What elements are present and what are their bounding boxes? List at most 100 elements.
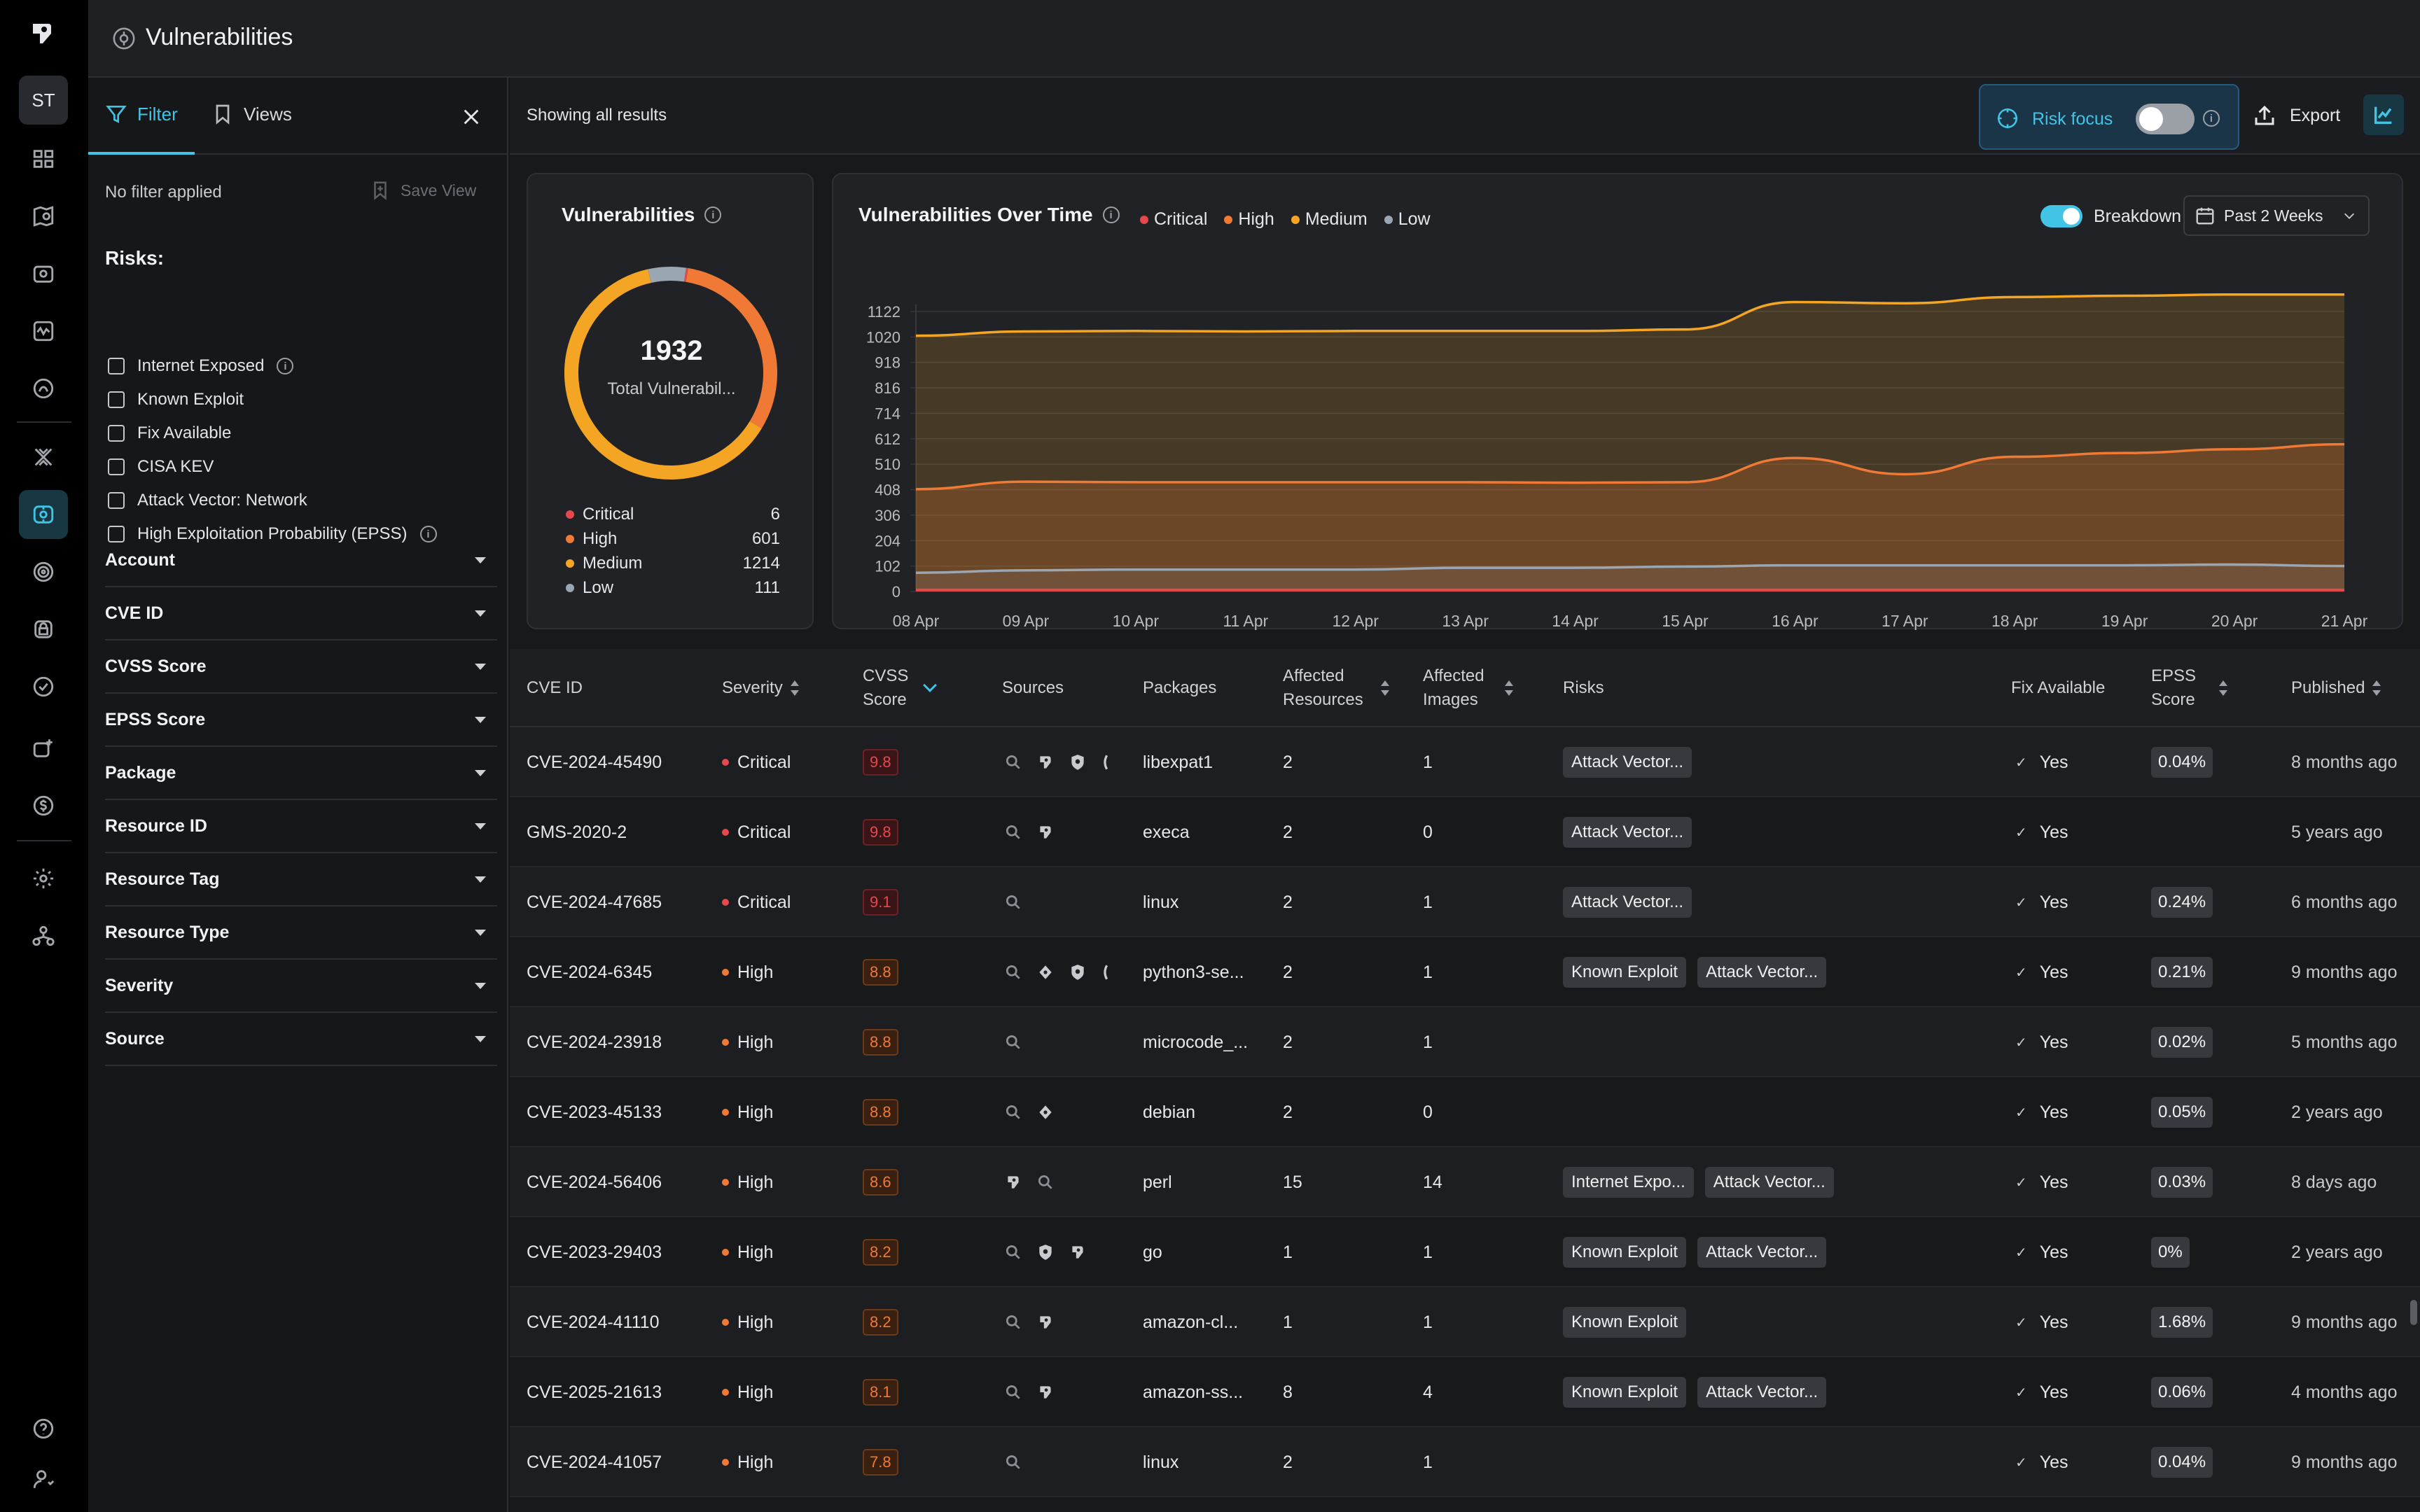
table-row[interactable]: CVE-2023-29403 High 8.2 go 1 1 Known Exploit At…: [510, 1217, 2420, 1287]
filter-accordion[interactable]: Resource Type: [105, 906, 497, 960]
package-cell[interactable]: linux: [1143, 867, 1178, 937]
column-header-affected-images[interactable]: Affected Images: [1423, 649, 1515, 727]
donut-slice-low[interactable]: [648, 267, 686, 284]
table-row[interactable]: CVE-2024-23918 High 8.8 microcode_... 2 1 ✓ Yes…: [510, 1007, 2420, 1077]
vertical-scrollbar-thumb[interactable]: [2410, 1300, 2417, 1325]
affected-resources-cell[interactable]: 2: [1283, 797, 1293, 867]
scanner-search-icon[interactable]: [1004, 1243, 1022, 1261]
affected-images-cell[interactable]: 1: [1423, 1007, 1433, 1077]
info-icon[interactable]: i: [704, 206, 722, 223]
affected-resources-cell[interactable]: 15: [1283, 1147, 1302, 1217]
sort-icon[interactable]: [1379, 679, 1391, 697]
diamond-source-icon[interactable]: [1036, 963, 1055, 981]
affected-resources-cell[interactable]: 2: [1283, 1427, 1293, 1497]
scanner-search-icon[interactable]: [1004, 1383, 1022, 1401]
legend-item[interactable]: High: [1224, 209, 1274, 230]
filter-accordion[interactable]: Package: [105, 747, 497, 800]
agent-source-icon[interactable]: [1004, 1173, 1022, 1191]
vulnerabilities-icon[interactable]: [19, 490, 68, 539]
checkbox[interactable]: [108, 425, 125, 442]
table-row[interactable]: CVE-2024-47685 Critical 9.1 linux 2 1 Attack V…: [510, 867, 2420, 937]
package-cell[interactable]: execa: [1143, 797, 1190, 867]
period-select[interactable]: Past 2 Weeks: [2183, 195, 2370, 236]
filter-accordion[interactable]: Severity: [105, 960, 497, 1013]
column-header-affected-resources[interactable]: Affected Resources: [1283, 649, 1391, 727]
shield-source-icon[interactable]: [1036, 1243, 1055, 1261]
affected-resources-cell[interactable]: 1: [1283, 1217, 1293, 1287]
scanner-search-icon[interactable]: [1004, 1313, 1022, 1331]
close-icon[interactable]: [461, 107, 481, 127]
affected-resources-cell[interactable]: 8: [1283, 1357, 1293, 1427]
cve-id-cell[interactable]: CVE-2024-56406: [527, 1147, 662, 1217]
agent-source-icon[interactable]: [1036, 1383, 1055, 1401]
legend-item[interactable]: Critical: [1140, 209, 1207, 230]
lock-icon[interactable]: [19, 605, 68, 654]
help-icon[interactable]: [19, 1404, 68, 1453]
account-settings-icon[interactable]: [19, 1455, 68, 1504]
affected-images-cell[interactable]: 0: [1423, 797, 1433, 867]
package-cell[interactable]: python3-se...: [1143, 937, 1244, 1007]
checkbox[interactable]: [108, 391, 125, 408]
cve-id-cell[interactable]: GMS-2020-2: [527, 797, 627, 867]
filter-accordion[interactable]: EPSS Score: [105, 694, 497, 747]
cve-id-cell[interactable]: CVE-2024-23918: [527, 1007, 662, 1077]
table-row[interactable]: CVE-2024-56406 High 8.6 perl 15 14 Internet Ex…: [510, 1147, 2420, 1217]
target-icon[interactable]: [19, 547, 68, 596]
affected-images-cell[interactable]: 1: [1423, 1217, 1433, 1287]
affected-resources-cell[interactable]: 2: [1283, 867, 1293, 937]
table-row[interactable]: CVE-2024-6345 High 8.8 python3-se... 2 1 Known…: [510, 937, 2420, 1007]
risk-pill[interactable]: Internet Expo...: [1563, 1167, 1694, 1198]
tab-views[interactable]: Views: [211, 103, 292, 125]
risk-pill[interactable]: Attack Vector...: [1563, 817, 1692, 848]
risk-pill[interactable]: Attack Vector...: [1697, 1377, 1827, 1408]
package-cell[interactable]: perl: [1143, 1147, 1172, 1217]
package-cell[interactable]: libexpat1: [1143, 727, 1213, 797]
app-logo-icon[interactable]: [27, 20, 55, 48]
affected-images-cell[interactable]: 1: [1423, 1287, 1433, 1357]
package-cell[interactable]: go: [1143, 1217, 1162, 1287]
scanner-search-icon[interactable]: [1004, 963, 1022, 981]
table-row[interactable]: CVE-2024-41057 High 7.8 linux 2 1 ✓ Yes 0.04% 9 m…: [510, 1427, 2420, 1497]
breakdown-toggle[interactable]: [2040, 205, 2082, 227]
attack-path-icon[interactable]: [19, 433, 68, 482]
affected-images-cell[interactable]: 1: [1423, 867, 1433, 937]
activity-icon[interactable]: [19, 307, 68, 356]
cve-id-cell[interactable]: CVE-2025-21613: [527, 1357, 662, 1427]
package-cell[interactable]: microcode_...: [1143, 1007, 1248, 1077]
column-header-packages[interactable]: Packages: [1143, 649, 1216, 727]
checkbox[interactable]: [108, 358, 125, 374]
info-icon[interactable]: i: [277, 358, 294, 374]
sort-icon[interactable]: [1503, 679, 1515, 697]
cost-icon[interactable]: [19, 781, 68, 830]
table-row[interactable]: CVE-2024-41110 High 8.2 amazon-cl... 1 1 Known…: [510, 1287, 2420, 1357]
export-button[interactable]: Export: [2252, 103, 2340, 128]
risk-filter-checkbox[interactable]: Internet Exposed i: [108, 356, 294, 376]
sort-icon[interactable]: [2217, 679, 2230, 697]
agent-source-icon[interactable]: [1036, 1313, 1055, 1331]
scanner-search-icon[interactable]: [1036, 1173, 1055, 1191]
risk-pill[interactable]: Known Exploit: [1563, 1237, 1687, 1268]
map-search-icon[interactable]: [19, 192, 68, 241]
column-header-cvss[interactable]: CVSS Score: [863, 649, 938, 727]
compliance-check-icon[interactable]: [19, 662, 68, 711]
affected-images-cell[interactable]: 0: [1423, 1077, 1433, 1147]
table-row[interactable]: GMS-2020-2 Critical 9.8 execa 2 0 Attack Vecto…: [510, 797, 2420, 867]
scanner-search-icon[interactable]: [1004, 1453, 1022, 1471]
affected-images-cell[interactable]: 4: [1423, 1357, 1433, 1427]
risk-filter-checkbox[interactable]: Known Exploit: [108, 390, 244, 410]
agent-source-icon[interactable]: [1069, 1243, 1087, 1261]
package-cell[interactable]: debian: [1143, 1077, 1195, 1147]
risk-focus-info-icon[interactable]: i: [2203, 110, 2220, 127]
column-header-cve-id[interactable]: CVE ID: [527, 649, 583, 727]
integrations-icon[interactable]: [19, 724, 68, 773]
cve-id-cell[interactable]: CVE-2024-41110: [527, 1287, 659, 1357]
diamond-source-icon[interactable]: [1036, 1103, 1055, 1121]
scanner-search-icon[interactable]: [1004, 1033, 1022, 1051]
package-cell[interactable]: amazon-cl...: [1143, 1287, 1238, 1357]
inventory-icon[interactable]: [19, 249, 68, 298]
package-cell[interactable]: amazon-ss...: [1143, 1357, 1243, 1427]
checkbox[interactable]: [108, 492, 125, 509]
save-view-button[interactable]: Save View: [370, 180, 476, 201]
cve-id-cell[interactable]: CVE-2023-29403: [527, 1217, 662, 1287]
affected-images-cell[interactable]: 1: [1423, 1427, 1433, 1497]
